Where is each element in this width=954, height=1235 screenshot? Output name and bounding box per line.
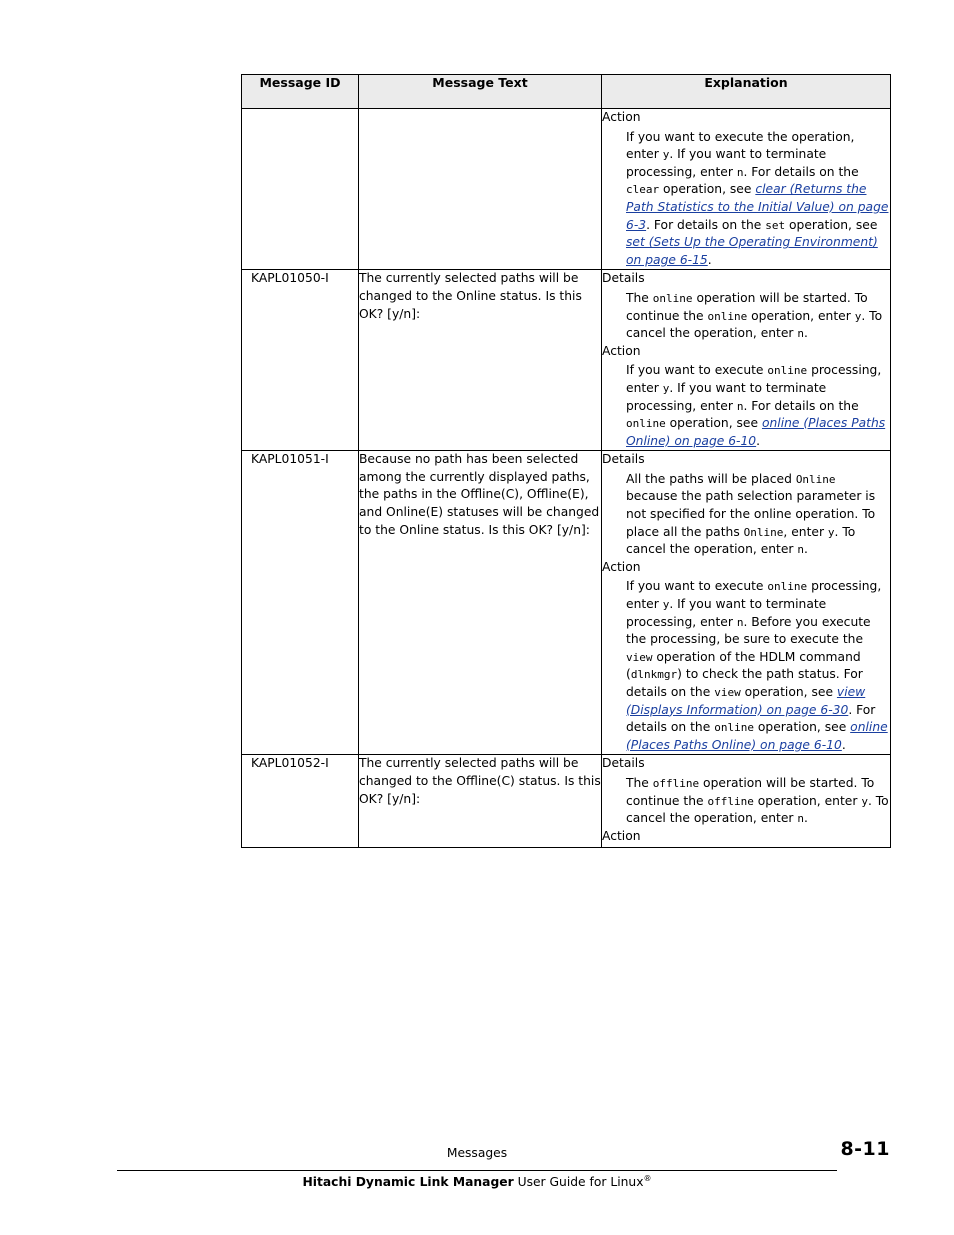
cell-message-text: Because no path has been selected among … (358, 450, 602, 756)
cell-message-id: KAPL01050-I (241, 269, 359, 452)
column-header-explanation: Explanation (601, 74, 891, 109)
document-page: Message ID Message Text Explanation Acti… (0, 0, 954, 1235)
footer-divider (117, 1170, 837, 1171)
explanation-block: Action If you want to execute the operat… (602, 109, 890, 269)
registered-mark-icon: ® (643, 1174, 652, 1183)
block-body: If you want to execute online processing… (626, 363, 886, 448)
cell-explanation: Details The online operation will be sta… (601, 269, 891, 452)
table-header-row: Message ID Message Text Explanation (241, 74, 891, 109)
table-row: KAPL01050-I The currently selected paths… (241, 269, 891, 452)
block-label: Action (602, 110, 641, 124)
cell-message-id: KAPL01051-I (241, 450, 359, 756)
cell-message-text: The currently selected paths will be cha… (358, 269, 602, 452)
column-header-message-id: Message ID (241, 74, 359, 109)
footer-page-number: 8-11 (840, 1138, 890, 1160)
explanation-block: Action If you want to execute online pro… (602, 559, 890, 755)
table-body: Action If you want to execute the operat… (241, 107, 891, 849)
block-body: The offline operation will be started. T… (626, 775, 889, 826)
column-header-message-text: Message Text (358, 74, 602, 109)
block-label: Action (602, 828, 641, 843)
table-row: KAPL01051-I Because no path has been sel… (241, 450, 891, 756)
explanation-block: Details The offline operation will be st… (602, 755, 890, 827)
cell-message-id (241, 107, 359, 271)
cell-explanation: Details The offline operation will be st… (601, 754, 891, 849)
block-label: Action (602, 343, 641, 358)
cell-message-text (358, 107, 602, 271)
block-label: Details (602, 756, 645, 771)
block-body: If you want to execute the operation, en… (626, 129, 889, 267)
table-row: KAPL01052-I The currently selected paths… (241, 754, 891, 849)
block-label: Details (602, 271, 645, 286)
message-table: Message ID Message Text Explanation Acti… (241, 74, 891, 849)
table-row: Action If you want to execute the operat… (241, 107, 891, 271)
explanation-block: Action (602, 828, 890, 846)
footer-title-bold: Hitachi Dynamic Link Manager (302, 1175, 514, 1190)
cell-explanation: Details All the paths will be placed Onl… (601, 450, 891, 756)
cell-message-id: KAPL01052-I (241, 754, 359, 849)
block-body: The online operation will be started. To… (626, 290, 883, 341)
block-body: If you want to execute online processing… (626, 579, 888, 752)
cell-explanation: Action If you want to execute the operat… (601, 107, 891, 271)
explanation-block: Details The online operation will be sta… (602, 270, 890, 342)
explanation-block: Action If you want to execute online pro… (602, 343, 890, 451)
block-label: Details (602, 452, 645, 467)
explanation-block: Details All the paths will be placed Onl… (602, 451, 890, 559)
block-body: All the paths will be placed Online beca… (626, 471, 876, 557)
cell-message-text: The currently selected paths will be cha… (358, 754, 602, 849)
block-label: Action (602, 559, 641, 574)
footer-document-title: Hitachi Dynamic Link Manager User Guide … (0, 1174, 954, 1189)
footer-title-rest: User Guide for Linux (513, 1175, 644, 1190)
